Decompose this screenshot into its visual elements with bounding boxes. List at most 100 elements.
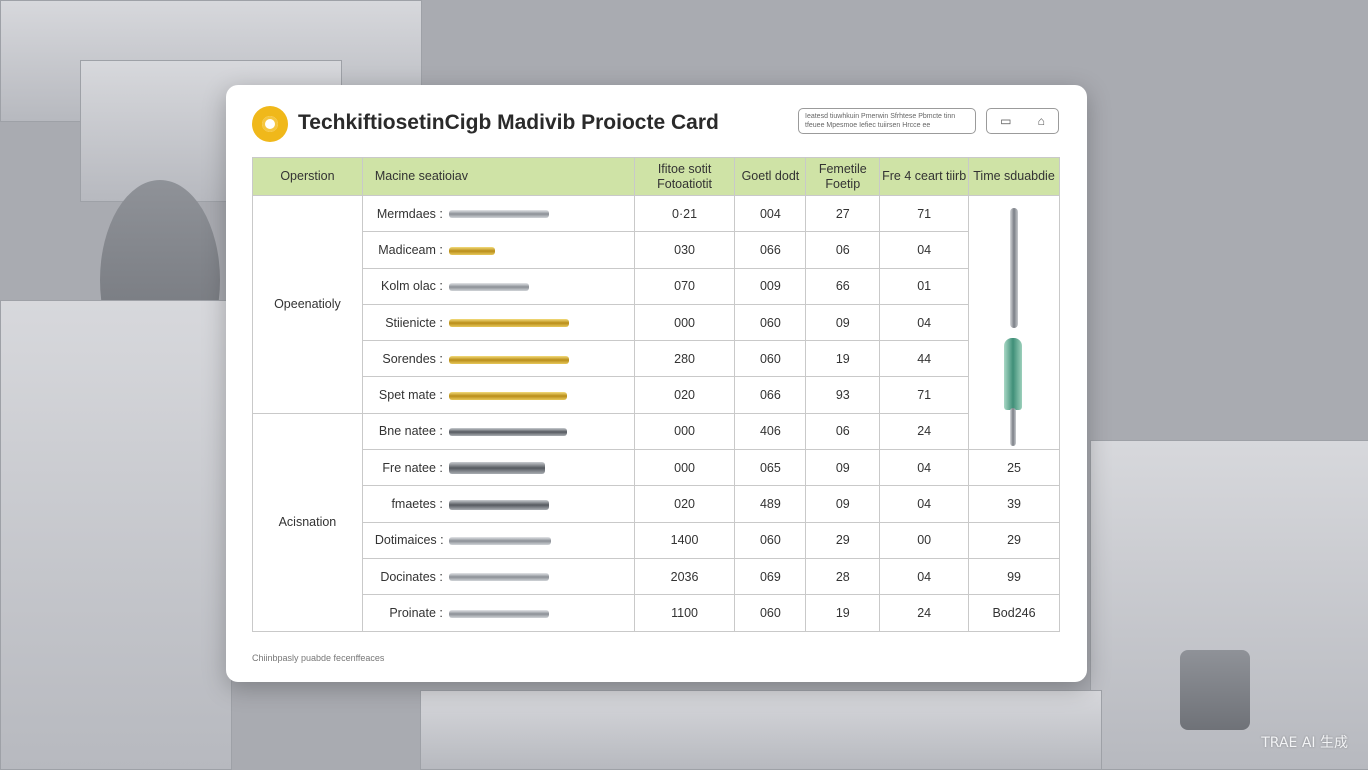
icon-toolbar: ▭ ⌂ (986, 108, 1059, 134)
cell: 01 (879, 267, 970, 305)
table-row: Dotimaices : 1400 060 29 00 29 (253, 521, 1060, 559)
table-row: fmaetes : 020 489 09 04 39 (253, 485, 1060, 523)
tool-cell: Sorendes : (361, 340, 635, 378)
machine-block (420, 690, 1102, 770)
machine-block (0, 300, 232, 770)
cell: 1400 (633, 521, 736, 559)
cell: 009 (734, 267, 807, 305)
cell: 09 (805, 303, 881, 342)
cell: 2036 (633, 557, 736, 596)
tool-name: Spet mate : (378, 388, 443, 403)
cell: 000 (633, 303, 736, 342)
cell: 070 (633, 267, 736, 305)
cell: 39 (968, 485, 1060, 523)
cell: 00 (879, 521, 970, 559)
group-label: Opeenatioly (252, 195, 363, 414)
logo-icon (252, 106, 288, 142)
tool-name: Bne natee : (378, 424, 443, 439)
vertical-tool-icon (1010, 207, 1019, 328)
info-box: Ieatesd tiuwhkuin Pmerwin Sfrhtese Pbmct… (798, 108, 976, 134)
cell: 04 (879, 557, 970, 596)
gold-drill-icon (448, 246, 495, 255)
card-footer: Chiinbpasly puabde fecenffeaces (252, 653, 385, 663)
gold-tap-icon (448, 355, 569, 364)
table-row: Acisnation Bne natee : 000 406 06 24 (252, 412, 1060, 632)
cell: 066 (734, 376, 807, 414)
tool-cell: Proinate : (361, 594, 635, 632)
cell: 19 (805, 340, 881, 378)
tool-cell: Mermdaes : (361, 194, 635, 233)
cell: 66 (805, 267, 881, 305)
group-label: Acisnation (252, 412, 363, 632)
green-tool-icon (1004, 337, 1023, 410)
cell: 29 (968, 521, 1060, 559)
cell: 93 (805, 376, 881, 414)
cell: 06 (805, 231, 881, 269)
process-card: TechkiftiosetinCigb Madivib Proiocte Car… (226, 85, 1087, 682)
table-row: Fre natee : 000 065 09 04 25 (253, 449, 1060, 487)
cell: 04 (879, 449, 970, 487)
tool-name: Dotimaices : (374, 533, 444, 548)
gold-tap-icon (448, 319, 569, 328)
tool-cell: Kolm olac : (361, 267, 635, 305)
header-col4: Fre 4 ceart tiirb (879, 157, 970, 196)
cell: 19 (805, 594, 881, 632)
cell: 25 (968, 449, 1060, 487)
cell: 99 (968, 557, 1060, 596)
cell: 406 (734, 412, 807, 451)
cell: 069 (734, 557, 807, 596)
end-mill-icon (448, 537, 551, 546)
cell: 04 (879, 485, 970, 523)
cell: 004 (734, 194, 807, 233)
cell: 71 (879, 376, 970, 414)
cell: Bod246 (968, 594, 1060, 632)
end-mill-icon (448, 210, 549, 219)
cell: 06 (805, 412, 881, 451)
tool-cell: Fre natee : (361, 449, 635, 487)
tool-cell: Docinates : (361, 557, 635, 596)
machine-part (1180, 650, 1250, 730)
tool-cell: Bne natee : (361, 412, 635, 451)
table-row: Proinate : 1100 060 19 24 Bod246 (253, 594, 1060, 632)
reamer-icon (448, 282, 529, 291)
cell: 09 (805, 449, 881, 487)
tool-name: Docinates : (380, 569, 443, 584)
tool-name: Fre natee : (382, 460, 443, 475)
chamfer-tool-icon (448, 499, 549, 510)
boring-bar-icon (448, 462, 545, 475)
cell: 060 (734, 340, 807, 378)
cell: 44 (879, 340, 970, 378)
tool-name: Mermdaes : (376, 206, 443, 221)
cell: 060 (734, 303, 807, 342)
tool-name: fmaetes : (391, 497, 443, 512)
tool-cell: Stiienicte : (361, 303, 635, 342)
bookmark-icon[interactable]: ⌂ (1038, 114, 1045, 128)
watermark: TRAE AI 生成 (1261, 735, 1348, 751)
document-icon[interactable]: ▭ (1000, 114, 1011, 128)
table-row: Sorendes : 280 060 19 44 (253, 340, 1060, 378)
header-col1: Ifitoe sotit Fotoatiotit (633, 157, 736, 196)
tool-cell: Madiceam : (361, 231, 635, 269)
cell: 1100 (633, 594, 736, 632)
time-tool-image (968, 194, 1060, 451)
tool-shank-icon (1010, 407, 1017, 446)
table-row: Madiceam : 030 066 06 04 (253, 231, 1060, 269)
cell: 065 (734, 449, 807, 487)
cell: 060 (734, 594, 807, 632)
cell: 28 (805, 557, 881, 596)
cell: 020 (633, 485, 736, 523)
table-header-row: Operstion Macine seatioiav Ifitoe sotit … (252, 157, 1060, 196)
cell: 71 (879, 194, 970, 233)
header-operation: Operstion (252, 157, 363, 196)
cell: 29 (805, 521, 881, 559)
header-col2: Goetl dodt (734, 157, 807, 196)
threading-tool-icon (448, 573, 549, 582)
cell: 04 (879, 231, 970, 269)
tool-name: Proinate : (389, 605, 443, 620)
tool-name: Sorendes : (382, 351, 443, 366)
cell: 060 (734, 521, 807, 559)
cell: 0·21 (633, 194, 736, 233)
header-machine: Macine seatioiav (361, 157, 635, 196)
table-row: Opeenatioly Mermdaes : 0·21 004 27 71 (252, 194, 1060, 451)
tool-cell: fmaetes : (361, 485, 635, 523)
